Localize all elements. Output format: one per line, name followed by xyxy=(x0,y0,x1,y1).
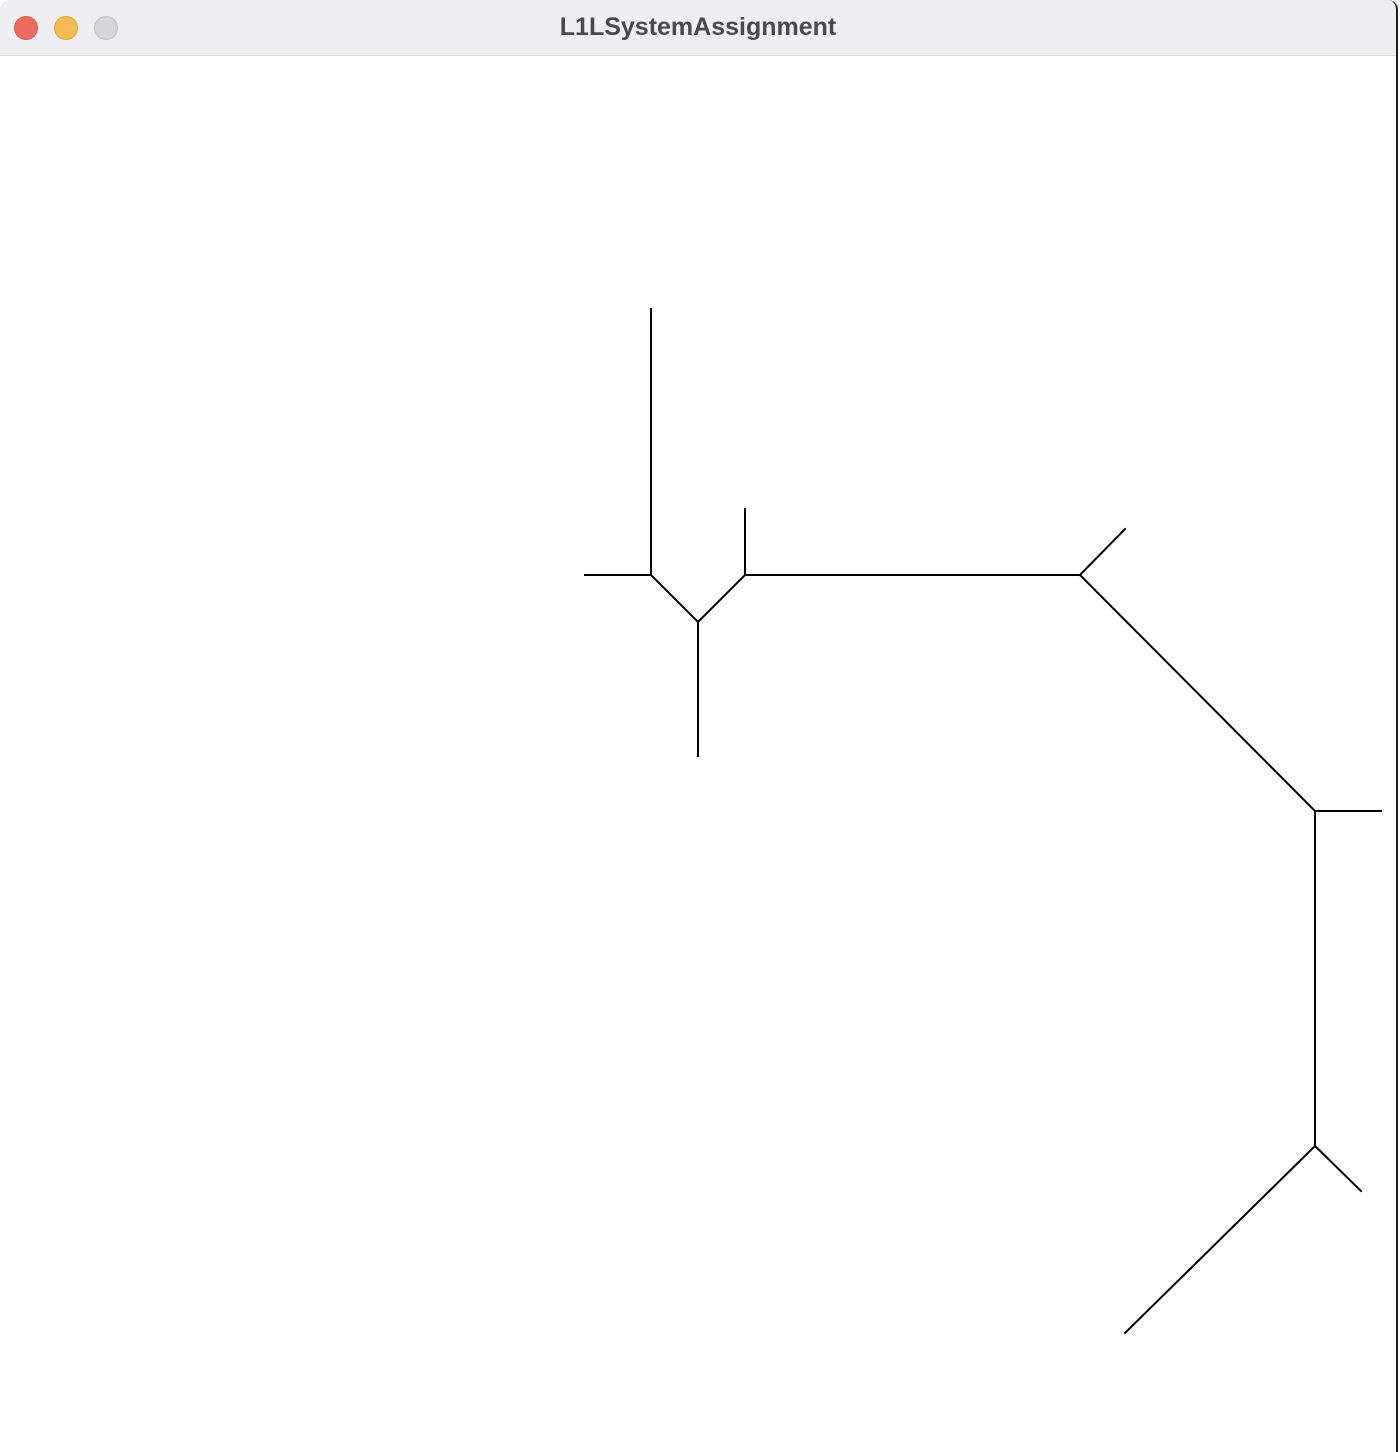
branch-segment xyxy=(1078,573,1317,813)
lsystem-drawing xyxy=(584,308,1382,1335)
branch-segment xyxy=(1313,1144,1363,1193)
branch-segment xyxy=(1123,1144,1317,1335)
app-window: L1LSystemAssignment xyxy=(0,0,1398,1452)
branch-segment xyxy=(1078,527,1127,577)
drawing-canvas xyxy=(0,57,1396,1452)
branch-segment xyxy=(649,573,700,624)
branch-segment xyxy=(696,573,747,624)
